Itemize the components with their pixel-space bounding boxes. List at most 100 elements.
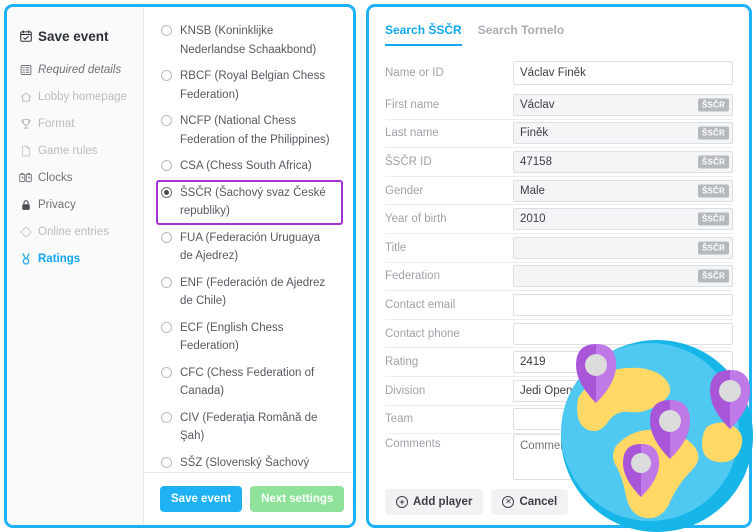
cancel-button[interactable]: ✕ Cancel <box>352 486 353 512</box>
form-field-input[interactable] <box>513 322 733 345</box>
form-row: Team <box>385 406 733 435</box>
form-field-control <box>513 379 733 402</box>
form-field-input <box>513 179 733 202</box>
sidebar-item-ratings[interactable]: Ratings <box>7 245 143 272</box>
search-tabs: Search ŠSČR Search Tornelo <box>385 23 733 46</box>
federation-option-label: ECF (English Chess Federation) <box>180 321 284 353</box>
federation-option[interactable]: RBCF (Royal Belgian Chess Federation) <box>156 63 343 108</box>
tab-search-tornelo[interactable]: Search Tornelo <box>478 23 564 46</box>
cancel-player-button-label: Cancel <box>519 496 558 509</box>
radio-button[interactable] <box>161 186 172 198</box>
form-row: Title ŠSČR <box>385 234 733 263</box>
radio-button[interactable] <box>161 366 172 378</box>
sidebar-item-label: Privacy <box>38 198 76 211</box>
sidebar-item-label: Online entries <box>38 225 109 238</box>
sidebar-item-online-entries[interactable]: Online entries <box>7 218 143 245</box>
sidebar-item-clocks[interactable]: Clocks <box>7 164 143 191</box>
form-row: Division <box>385 377 733 406</box>
form-row: Gender ŠSČR <box>385 177 733 206</box>
form-field-control: ŠSČR <box>513 150 733 173</box>
player-form-footer: + Add player ✕ Cancel <box>385 489 733 516</box>
form-field-control: ŠSČR <box>513 93 733 116</box>
form-field-label: Federation <box>385 270 440 283</box>
radio-button[interactable] <box>161 276 172 288</box>
radio-button[interactable] <box>161 25 172 36</box>
radio-button[interactable] <box>161 456 172 468</box>
circle-x-icon: ✕ <box>502 496 515 509</box>
cancel-player-button[interactable]: ✕ Cancel <box>491 489 569 516</box>
lock-icon <box>19 198 32 211</box>
form-field-control: ŠSČR <box>513 236 733 259</box>
form-row: Federation ŠSČR <box>385 263 733 292</box>
federation-option[interactable]: KNSB (Koninklijke Nederlandse Schaakbond… <box>156 18 343 63</box>
form-field-label: Contact email <box>385 298 456 311</box>
save-event-button[interactable]: Save event <box>160 486 243 512</box>
list-details-icon <box>19 63 32 76</box>
sidebar-item-label: Ratings <box>38 252 81 265</box>
radio-button[interactable] <box>161 231 172 243</box>
form-field-input[interactable] <box>513 293 733 316</box>
radio-button[interactable] <box>161 321 172 333</box>
federation-option[interactable]: SŠZ (Slovenský Šachový Zväz) <box>156 450 343 473</box>
sidebar-item-label: Required details <box>38 63 122 76</box>
form-row: Last name ŠSČR <box>385 120 733 149</box>
next-settings-button[interactable]: Next settings <box>250 486 345 512</box>
radio-button[interactable] <box>161 411 172 423</box>
form-field-control: ŠSČR <box>513 122 733 145</box>
federation-option-selected[interactable]: ŠSČR (Šachový svaz České republiky) <box>156 179 343 225</box>
sidebar-item-save-event[interactable]: Save event <box>7 21 143 51</box>
document-icon <box>19 144 32 157</box>
federation-option[interactable]: CSA (Chess South Africa) <box>156 153 343 180</box>
radio-button[interactable] <box>161 160 172 171</box>
federation-option[interactable]: CIV (Federaţia Română de Şah) <box>156 405 343 450</box>
form-field-input[interactable] <box>513 408 733 431</box>
federation-options-list[interactable]: KNSB (Koninklijke Nederlandse Schaakbond… <box>144 7 353 472</box>
add-player-button[interactable]: + Add player <box>385 489 484 516</box>
sidebar-item-privacy[interactable]: Privacy <box>7 191 143 218</box>
sidebar-item-label: Game rules <box>38 144 98 157</box>
form-field-label: First name <box>385 98 440 111</box>
circle-plus-icon: + <box>396 496 408 509</box>
form-field-input <box>513 236 733 259</box>
form-field-label: Name or ID <box>385 67 444 79</box>
federation-option-label: ŠSČR (Šachový svaz České republiky) <box>180 186 326 218</box>
form-field-label: Rating <box>385 356 419 369</box>
federation-option-label: CSA (Chess South Africa) <box>180 160 312 172</box>
form-field-control <box>513 351 733 374</box>
form-row: Contact email <box>385 291 733 320</box>
clock-icon <box>19 171 32 184</box>
federation-option[interactable]: ECF (English Chess Federation) <box>156 315 343 360</box>
form-field-input[interactable] <box>513 379 733 402</box>
form-field-label: Gender <box>385 184 424 197</box>
federation-option-label: SŠZ (Slovenský Šachový Zväz) <box>180 456 310 469</box>
radio-button[interactable] <box>161 70 172 81</box>
form-field-control <box>513 322 733 345</box>
radio-button[interactable] <box>161 115 172 126</box>
player-form: Name or IDFirst nameŠSČRLast nameŠSČRŠSČ… <box>385 55 733 435</box>
form-field-control: ŠSČR <box>513 179 733 202</box>
form-field-input[interactable] <box>513 61 733 85</box>
form-field-input[interactable] <box>513 351 733 374</box>
sidebar-item-lobby-homepage[interactable]: Lobby homepage <box>7 83 143 110</box>
form-field-input <box>513 150 733 173</box>
form-field-label: Last name <box>385 127 439 140</box>
federation-option[interactable]: NCFP (National Chess Federation of the P… <box>156 108 343 153</box>
form-field-input <box>513 265 733 288</box>
sidebar-item-label: Format <box>38 117 75 130</box>
tab-search-ssrc[interactable]: Search ŠSČR <box>385 23 462 46</box>
federation-option[interactable]: CFC (Chess Federation of Canada) <box>156 360 343 405</box>
diamond-icon <box>19 225 32 238</box>
federation-option-label: RBCF (Royal Belgian Chess Federation) <box>180 70 326 101</box>
comments-row: Comments <box>385 434 733 481</box>
sidebar-item-game-rules[interactable]: Game rules <box>7 137 143 164</box>
dialog-footer: Save event Next settings ✕ Cancel <box>144 472 353 525</box>
form-field-label: Contact phone <box>385 327 460 340</box>
comments-textarea[interactable] <box>513 434 733 481</box>
federation-option[interactable]: FUA (Federación Uruguaya de Ajedrez) <box>156 225 343 270</box>
sidebar-item-format[interactable]: Format <box>7 110 143 137</box>
federation-option[interactable]: ENF (Federación de Ajedrez de Chile) <box>156 270 343 315</box>
form-field-control: ŠSČR <box>513 208 733 231</box>
sidebar-item-required-details[interactable]: Required details <box>7 56 143 83</box>
form-row: ŠSČR ID ŠSČR <box>385 148 733 177</box>
form-row: First name ŠSČR <box>385 91 733 120</box>
